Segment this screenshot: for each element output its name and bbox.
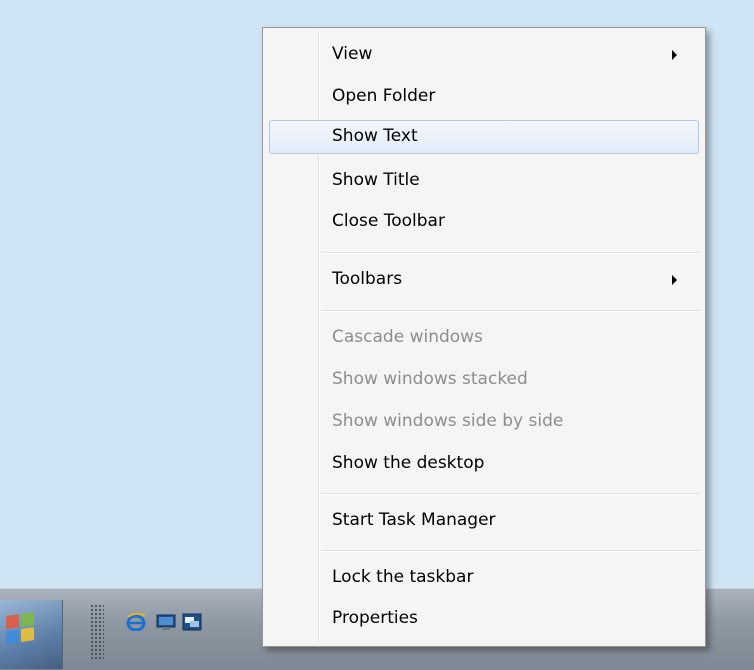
menu-separator — [321, 493, 701, 495]
menu-item-start-task-manager[interactable]: Start Task Manager — [269, 504, 699, 538]
menu-item-label: Show windows stacked — [332, 369, 528, 389]
menu-item-close-toolbar[interactable]: Close Toolbar — [269, 205, 699, 239]
menu-item-label: Show the desktop — [332, 453, 485, 473]
menu-item-label: Properties — [332, 608, 418, 628]
menu-item-cascade-windows: Cascade windows — [269, 321, 699, 355]
menu-item-label: Open Folder — [332, 86, 436, 106]
menu-item-lock-taskbar[interactable]: Lock the taskbar — [269, 561, 699, 595]
menu-item-label: View — [332, 44, 373, 64]
menu-item-label: Show Title — [332, 170, 420, 190]
menu-item-show-desktop[interactable]: Show the desktop — [269, 447, 699, 481]
submenu-arrow-icon — [672, 50, 677, 60]
menu-item-open-folder[interactable]: Open Folder — [269, 80, 699, 114]
menu-separator — [321, 252, 701, 254]
windows-flag-icon — [6, 612, 36, 646]
start-button[interactable] — [0, 600, 63, 669]
submenu-arrow-icon — [672, 275, 677, 285]
menu-item-toolbars[interactable]: Toolbars — [269, 263, 699, 297]
menu-item-label: Show Text — [332, 126, 418, 146]
menu-separator — [321, 310, 701, 312]
toolbar-grip-handle[interactable] — [90, 604, 104, 660]
menu-item-view[interactable]: View — [269, 38, 699, 72]
show-desktop-icon[interactable] — [156, 613, 176, 631]
menu-item-show-windows-stacked: Show windows stacked — [269, 363, 699, 397]
menu-item-properties[interactable]: Properties — [269, 602, 699, 636]
menu-item-show-windows-side-by-side: Show windows side by side — [269, 405, 699, 439]
menu-item-label: Lock the taskbar — [332, 567, 474, 587]
taskbar-context-menu: View Open Folder Show Text Show Title Cl… — [262, 27, 706, 647]
menu-item-label: Show windows side by side — [332, 411, 564, 431]
menu-item-show-title[interactable]: Show Title — [269, 164, 699, 198]
switch-windows-icon[interactable] — [182, 613, 202, 631]
menu-item-label: Close Toolbar — [332, 211, 445, 231]
menu-item-label: Start Task Manager — [332, 510, 496, 530]
menu-separator — [321, 550, 701, 552]
internet-explorer-icon[interactable] — [126, 613, 146, 631]
menu-item-label: Cascade windows — [332, 327, 483, 347]
menu-item-label: Toolbars — [332, 269, 403, 289]
menu-item-show-text[interactable]: Show Text — [269, 120, 699, 154]
